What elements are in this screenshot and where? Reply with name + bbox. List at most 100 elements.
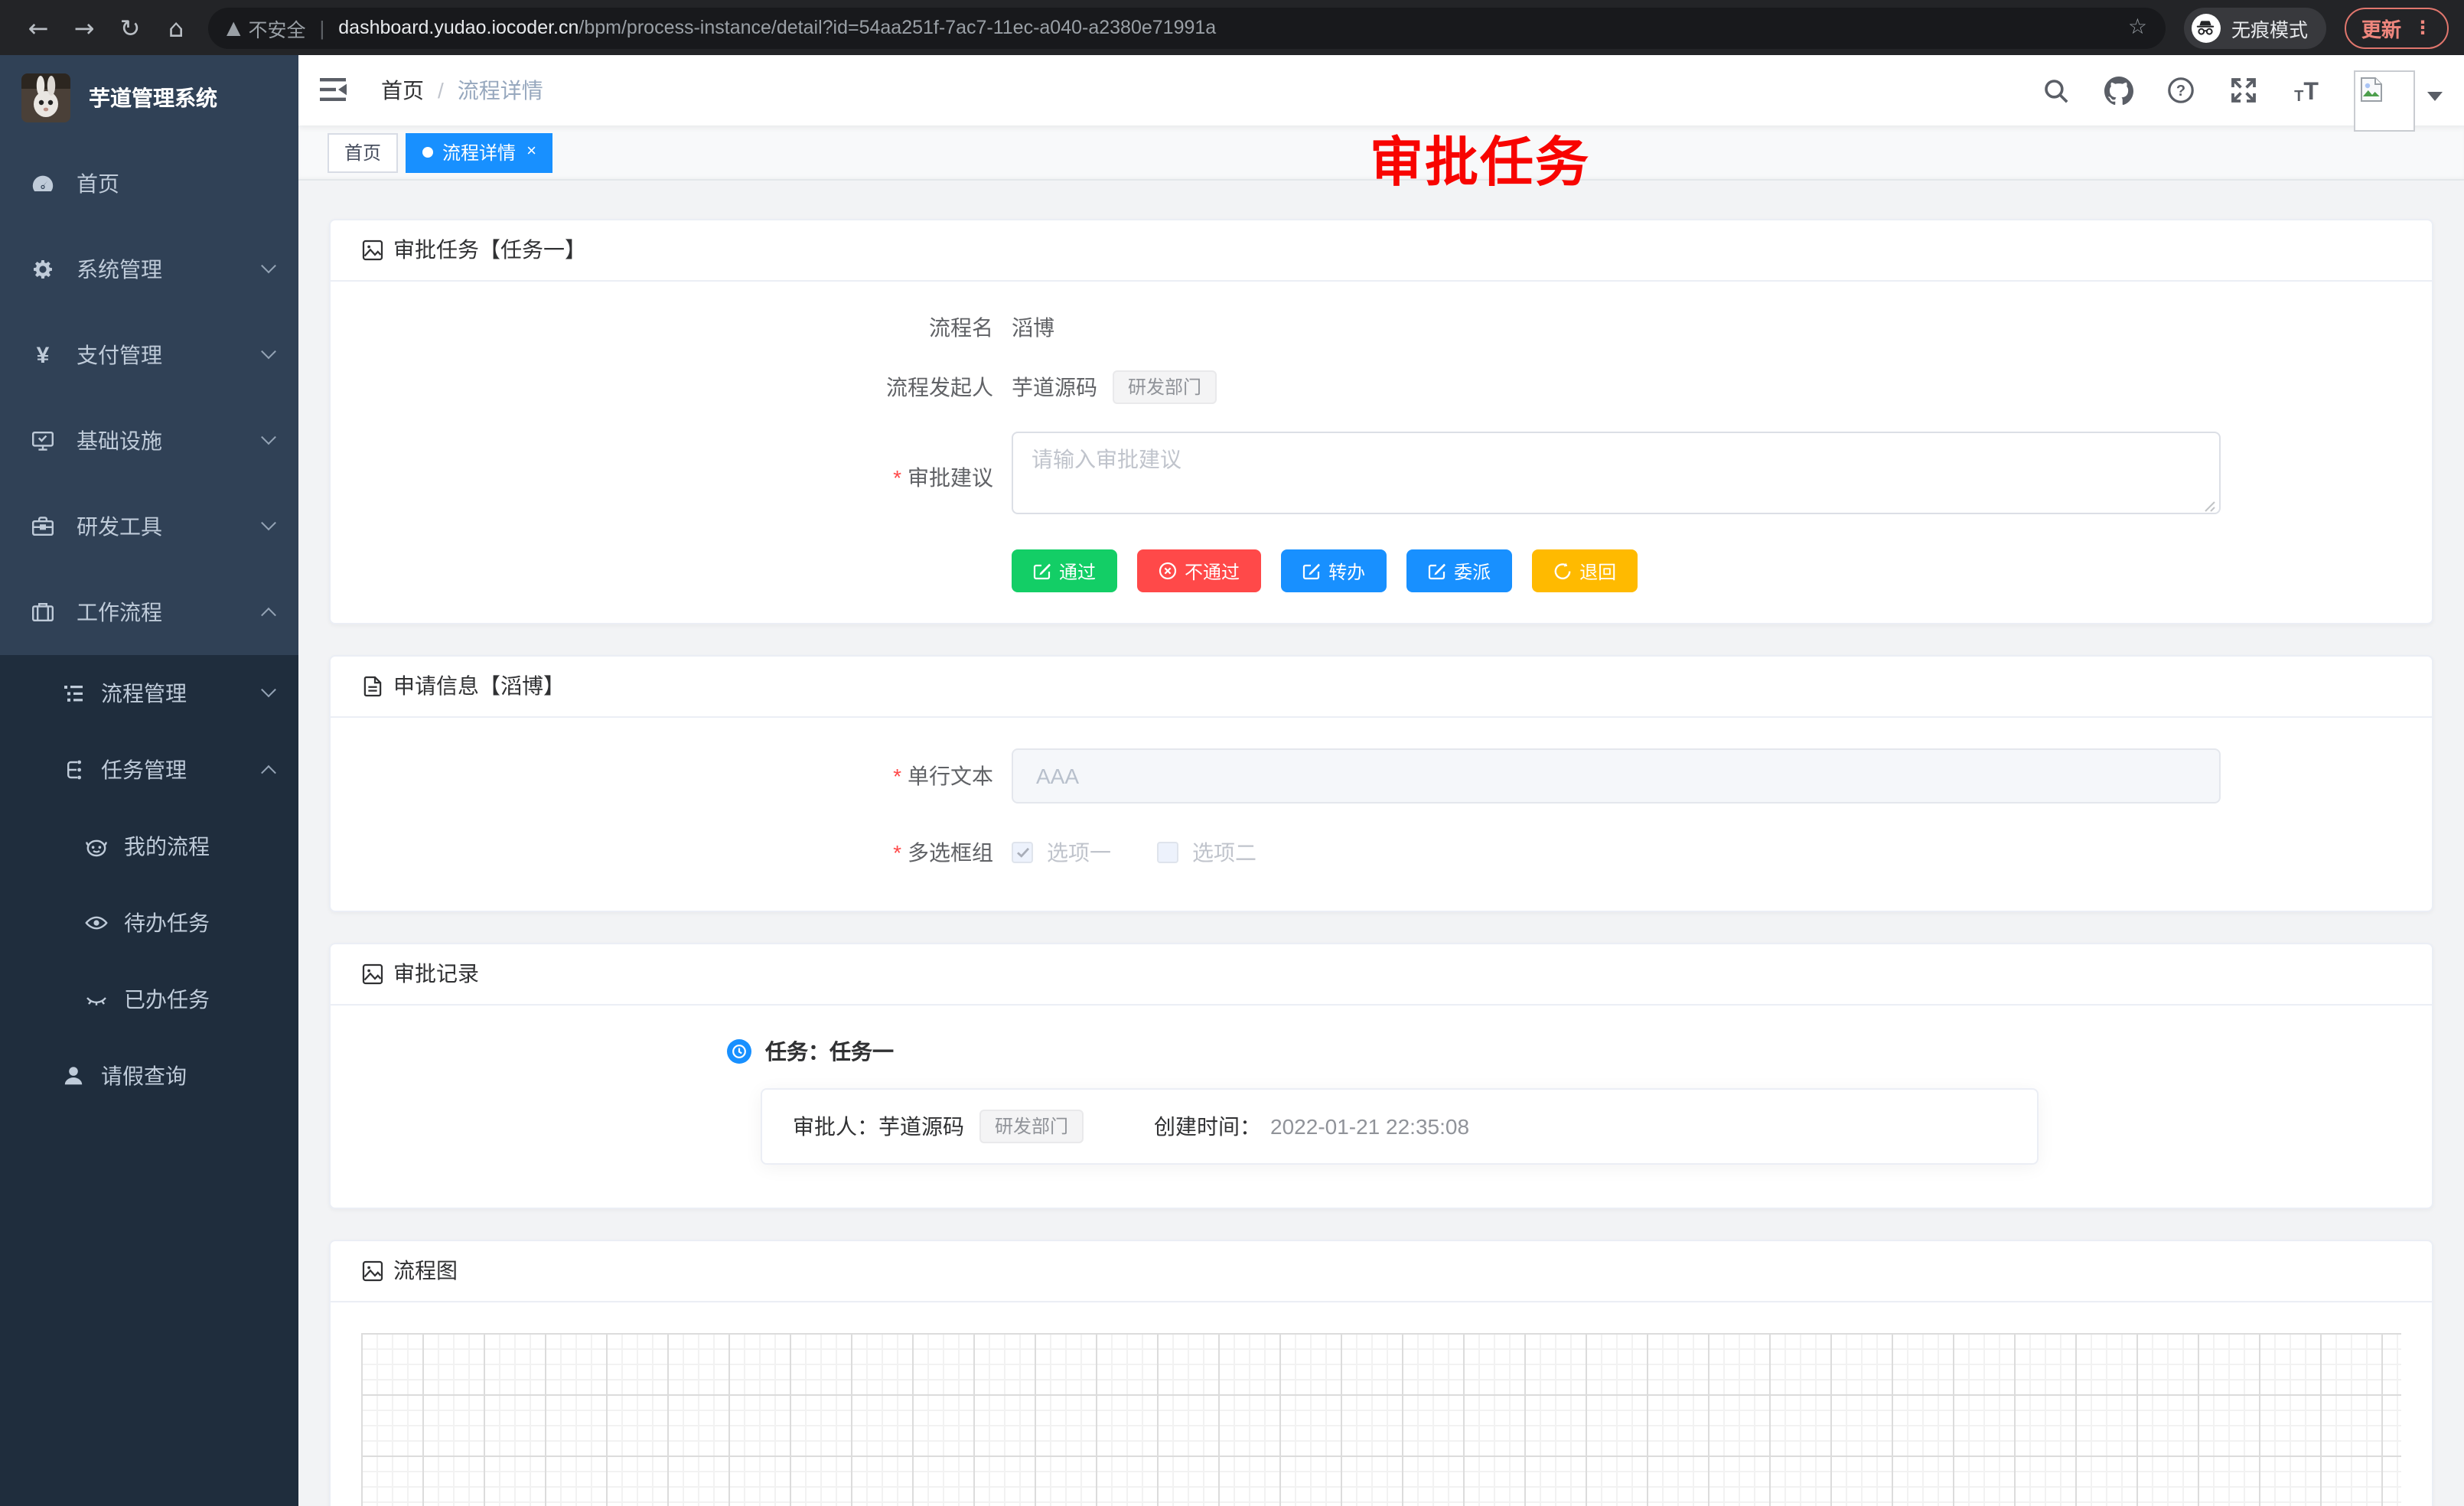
sidebar-item-label: 支付管理 <box>77 340 162 370</box>
sidebar-item-workflow[interactable]: 工作流程 <box>0 569 298 655</box>
main-area: 首页 / 流程详情 ? T <box>298 55 2464 1506</box>
required-asterisk: * <box>893 840 901 865</box>
chevron-down-icon <box>261 514 276 530</box>
single-line-text-input[interactable] <box>1012 748 2221 804</box>
active-tab-dot <box>422 147 433 158</box>
breadcrumb: 首页 / 流程详情 <box>381 75 543 106</box>
checkbox-group: 选项一 选项二 <box>1012 837 1302 868</box>
picture-icon <box>361 1260 384 1283</box>
tab-home[interactable]: 首页 <box>328 132 398 172</box>
sidebar-item-payment[interactable]: ¥ 支付管理 <box>0 312 298 398</box>
sidebar-item-label: 基础设施 <box>77 425 162 456</box>
approve-button[interactable]: 通过 <box>1012 549 1117 592</box>
transfer-button[interactable]: 转办 <box>1281 549 1387 592</box>
browser-forward-button[interactable]: → <box>61 13 107 42</box>
field-label: *多选框组 <box>361 837 1012 868</box>
checkbox-label: 选项二 <box>1192 837 1256 868</box>
sidebar-item-label: 我的流程 <box>124 831 210 862</box>
bookmark-star-icon[interactable]: ☆ <box>2128 15 2147 40</box>
form-row-opinion: *审批建议 <box>361 432 2401 522</box>
incognito-badge: 无痕模式 <box>2184 7 2326 48</box>
dept-tag: 研发部门 <box>1113 370 1217 404</box>
url-domain: dashboard.yudao.iocoder.cn <box>338 17 579 38</box>
apply-info-card: 申请信息【滔博】 *单行文本 *多选框组 <box>329 655 2433 912</box>
breadcrumb-home[interactable]: 首页 <box>381 75 424 106</box>
checkbox-option-2[interactable]: 选项二 <box>1157 837 1256 868</box>
not-secure-icon: ▲ <box>227 17 240 38</box>
form-row-initiator: 流程发起人 芋道源码 研发部门 <box>361 370 2401 404</box>
picture-icon <box>361 963 384 986</box>
url-path: /bpm/process-instance/detail?id=54aa251f… <box>579 17 1216 38</box>
sidebar-item-done-tasks[interactable]: 已办任务 <box>0 961 298 1038</box>
task-title: 任务：任务一 <box>765 1036 894 1067</box>
card-header: 审批任务【任务一】 <box>331 220 2432 282</box>
checkbox-checked-icon <box>1012 842 1033 863</box>
github-icon[interactable] <box>2103 75 2133 106</box>
tab-process-detail[interactable]: 流程详情 × <box>406 132 553 172</box>
sidebar-item-task-mgmt[interactable]: 任务管理 <box>0 732 298 808</box>
sidebar-item-todo-tasks[interactable]: 待办任务 <box>0 885 298 961</box>
browser-reload-button[interactable]: ↻ <box>107 13 153 42</box>
process-name-value: 滔博 <box>1012 312 1054 343</box>
action-buttons: 通过 不通过 转办 委 <box>1012 549 2401 592</box>
avatar[interactable] <box>2354 70 2415 132</box>
return-button[interactable]: 退回 <box>1532 549 1638 592</box>
clock-icon <box>727 1039 751 1064</box>
sidebar-item-system[interactable]: 系统管理 <box>0 227 298 312</box>
tab-label: 首页 <box>344 134 381 171</box>
sidebar-item-leave-query[interactable]: 请假查询 <box>0 1038 298 1114</box>
card-header: 流程图 <box>331 1241 2432 1302</box>
page-content: 审批任务【任务一】 流程名 滔博 流程发起人 芋道源码 研发部门 <box>298 181 2464 1506</box>
browser-toolbar: ← → ↻ ⌂ ▲ 不安全 | dashboard.yudao.iocoder.… <box>0 0 2464 55</box>
browser-update-button[interactable]: 更新 ⋮ <box>2345 7 2449 48</box>
sidebar-item-process-mgmt[interactable]: 流程管理 <box>0 655 298 732</box>
initiator-name: 芋道源码 <box>1012 372 1097 403</box>
toolbox-icon <box>31 514 55 539</box>
create-time-value: 2022-01-21 22:35:08 <box>1270 1114 1469 1139</box>
checkbox-option-1[interactable]: 选项一 <box>1012 837 1111 868</box>
yen-icon: ¥ <box>31 343 55 367</box>
sidebar-item-home[interactable]: 首页 <box>0 141 298 227</box>
search-icon[interactable] <box>2040 75 2071 106</box>
browser-menu-icon[interactable]: ⋮ <box>2413 20 2432 35</box>
navbar: 首页 / 流程详情 ? T <box>298 55 2464 126</box>
browser-home-button[interactable]: ⌂ <box>153 13 199 42</box>
collapse-sidebar-icon[interactable] <box>320 77 354 104</box>
app-logo <box>21 73 70 122</box>
create-time-label: 创建时间： <box>1154 1111 1261 1142</box>
app-logo-row[interactable]: 芋道管理系统 <box>0 55 298 141</box>
sidebar-item-infrastructure[interactable]: 基础设施 <box>0 398 298 484</box>
close-tab-icon[interactable]: × <box>526 144 536 161</box>
timeline-item: 任务：任务一 <box>727 1036 2401 1067</box>
reject-button[interactable]: 不通过 <box>1137 549 1261 592</box>
security-label[interactable]: 不安全 <box>248 13 305 42</box>
form-row-process-name: 流程名 滔博 <box>361 312 2401 343</box>
caret-down-icon[interactable] <box>2427 92 2443 101</box>
breadcrumb-current: 流程详情 <box>458 75 543 106</box>
field-label: *单行文本 <box>361 761 1012 791</box>
sidebar-item-my-process[interactable]: 我的流程 <box>0 808 298 885</box>
form-row-text: *单行文本 <box>361 748 2401 804</box>
fullscreen-icon[interactable] <box>2228 75 2259 106</box>
tree-icon <box>61 758 86 782</box>
tab-label: 流程详情 <box>442 134 516 171</box>
chevron-up-icon <box>261 607 276 622</box>
opinion-textarea[interactable] <box>1012 432 2221 514</box>
dashboard-icon <box>31 171 55 196</box>
help-icon[interactable]: ? <box>2166 75 2196 106</box>
face-icon <box>84 834 109 859</box>
font-size-icon[interactable]: TT <box>2291 75 2322 106</box>
card-body: *单行文本 *多选框组 选项一 <box>331 718 2432 911</box>
chevron-up-icon <box>261 764 276 780</box>
user-menu[interactable] <box>2354 70 2443 132</box>
sidebar-item-devtools[interactable]: 研发工具 <box>0 484 298 569</box>
delegate-button[interactable]: 委派 <box>1406 549 1512 592</box>
bpmn-canvas[interactable] <box>361 1333 2401 1506</box>
card-body: 任务：任务一 审批人： 芋道源码 研发部门 创建时间： 2022-01-21 2… <box>331 1006 2432 1208</box>
tags-view: 首页 流程详情 × <box>298 126 2464 181</box>
address-bar[interactable]: ▲ 不安全 | dashboard.yudao.iocoder.cn/bpm/p… <box>208 7 2166 48</box>
breadcrumb-separator: / <box>438 78 444 103</box>
chevron-down-icon <box>261 429 276 444</box>
browser-back-button[interactable]: ← <box>15 13 61 42</box>
svg-text:?: ? <box>2176 83 2185 99</box>
